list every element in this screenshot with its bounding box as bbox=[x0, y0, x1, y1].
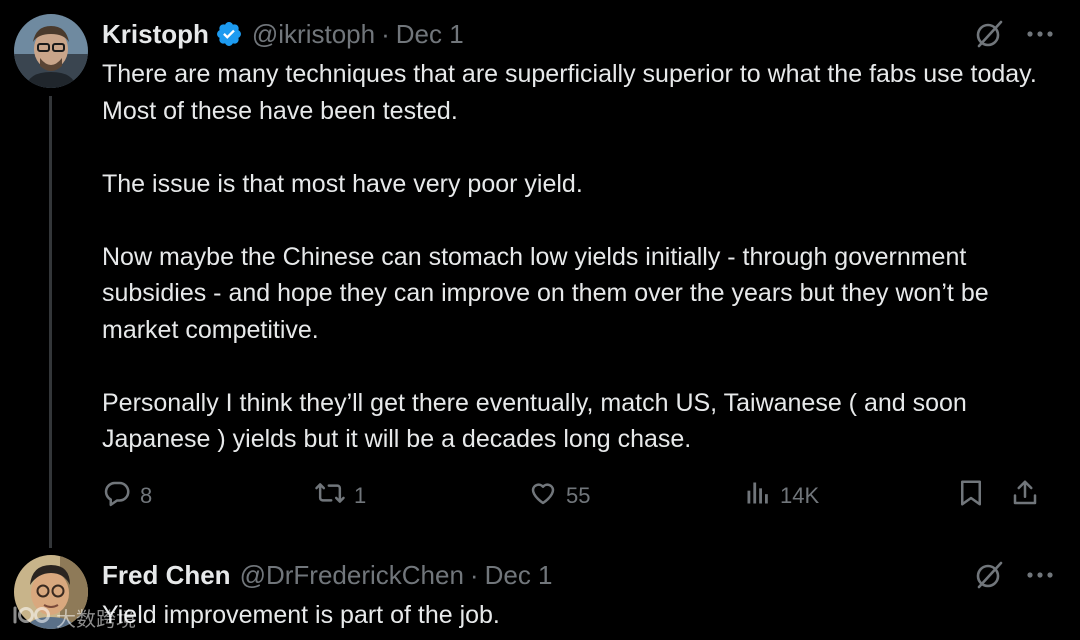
share-icon bbox=[1010, 478, 1040, 514]
reply-button[interactable]: 8 bbox=[102, 477, 152, 515]
tweet-paragraph: Yield improvement is part of the job. bbox=[102, 601, 500, 629]
author-name[interactable]: Fred Chen bbox=[102, 560, 231, 591]
watermark-text: 大数跨境 bbox=[56, 609, 136, 631]
author-handle[interactable]: @ikristoph bbox=[252, 19, 375, 50]
tweet-header: Kristoph @ikristoph · Dec 1 bbox=[102, 14, 1080, 54]
tweet-paragraph: The issue is that most have very poor yi… bbox=[102, 169, 583, 198]
separator: · bbox=[469, 559, 479, 590]
thread-line bbox=[49, 96, 52, 548]
repost-button[interactable]: 1 bbox=[314, 477, 366, 515]
separator: · bbox=[381, 18, 390, 49]
tweet-paragraph: There are many techniques that are super… bbox=[102, 60, 1037, 125]
like-button[interactable]: 55 bbox=[528, 477, 590, 515]
watermark-logo-icon bbox=[12, 604, 52, 632]
author-handle[interactable]: @DrFrederickChen bbox=[240, 560, 464, 591]
more-icon[interactable] bbox=[1026, 30, 1054, 38]
grok-icon[interactable] bbox=[974, 19, 1004, 49]
more-icon[interactable] bbox=[1026, 571, 1054, 579]
like-count: 55 bbox=[566, 483, 591, 508]
verified-badge-icon bbox=[215, 20, 243, 48]
tweet-header: Fred Chen @DrFrederickChen · Dec 1 bbox=[102, 555, 1080, 595]
repost-count: 1 bbox=[354, 483, 367, 508]
repost-icon bbox=[314, 478, 346, 514]
header-actions bbox=[974, 555, 1054, 595]
avatar[interactable] bbox=[14, 14, 88, 88]
heart-icon bbox=[528, 478, 558, 514]
tweet-text: There are many techniques that are super… bbox=[102, 56, 1062, 458]
tweet-paragraph: Now maybe the Chinese can stomach low yi… bbox=[102, 242, 989, 344]
grok-icon[interactable] bbox=[974, 560, 1004, 590]
share-button[interactable] bbox=[1010, 477, 1040, 515]
tweet-date[interactable]: Dec 1 bbox=[396, 19, 464, 50]
tweet[interactable]: Fred Chen @DrFrederickChen · Dec 1 Yield… bbox=[0, 545, 1080, 640]
timeline: Kristoph @ikristoph · Dec 1 There are ma… bbox=[0, 0, 1080, 640]
tweet-text: Yield improvement is part of the job. bbox=[102, 597, 1062, 634]
header-actions bbox=[974, 14, 1054, 54]
views-icon bbox=[744, 479, 772, 513]
bookmark-icon bbox=[956, 478, 986, 514]
tweet-actions: 8 1 55 14K bbox=[102, 477, 1052, 515]
author-name[interactable]: Kristoph bbox=[102, 19, 209, 50]
tweet-date[interactable]: Dec 1 bbox=[485, 560, 553, 591]
views-button[interactable]: 14K bbox=[744, 477, 819, 515]
reply-icon bbox=[102, 478, 132, 514]
bookmark-button[interactable] bbox=[956, 477, 986, 515]
tweet-paragraph: Personally I think they’ll get there eve… bbox=[102, 388, 967, 454]
reply-count: 8 bbox=[140, 483, 153, 508]
views-count: 14K bbox=[780, 483, 820, 508]
tweet[interactable]: Kristoph @ikristoph · Dec 1 There are ma… bbox=[0, 0, 1080, 548]
watermark: 大数跨境 bbox=[12, 603, 136, 632]
